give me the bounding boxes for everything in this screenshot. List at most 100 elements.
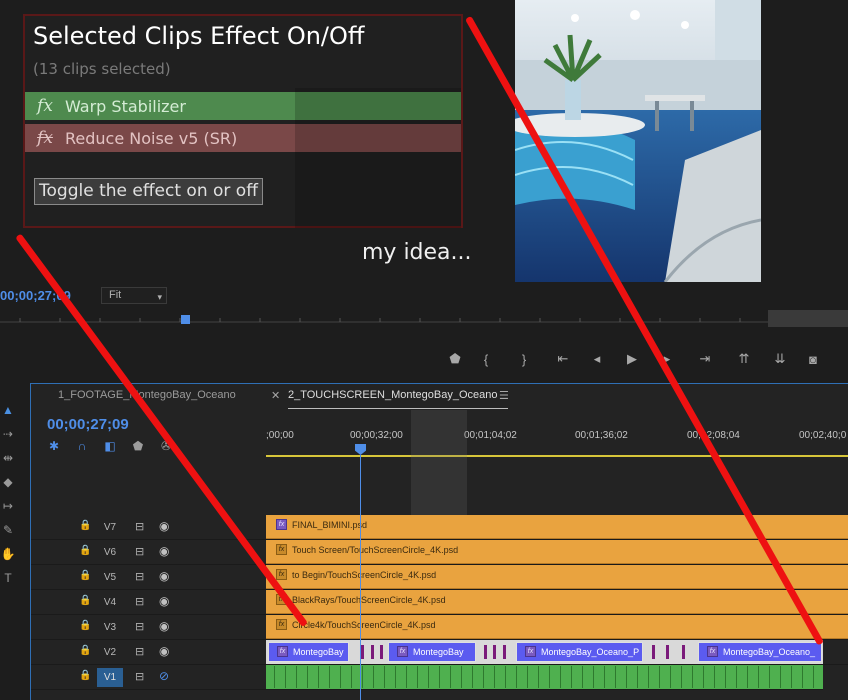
track-header-v2[interactable]: 🔒 V2 ⊟ ◉ <box>31 640 266 665</box>
fx-icon: fx <box>276 619 287 630</box>
clip-marker <box>652 645 655 659</box>
go-to-out-icon[interactable]: ⇥ <box>684 351 726 367</box>
sync-lock-icon[interactable]: ⊟ <box>135 595 144 608</box>
sync-lock-icon[interactable]: ⊟ <box>135 570 144 583</box>
ripple-tool-icon[interactable]: ⇹ <box>0 446 16 470</box>
clip[interactable]: fx MontegoBay <box>388 642 476 662</box>
clip-name: MontegoBay <box>413 646 464 657</box>
clip-divider <box>406 666 407 688</box>
program-mini-ruler[interactable] <box>0 310 848 328</box>
zoom-select[interactable]: Fit ▾ <box>101 287 167 304</box>
close-icon[interactable]: ✕ <box>271 389 280 402</box>
extract-icon[interactable]: ⇊ <box>762 351 798 367</box>
clip-marker <box>371 645 374 659</box>
hand-tool-icon[interactable]: ✋ <box>0 542 16 566</box>
lock-icon[interactable]: 🔒 <box>79 595 91 606</box>
timeline-timecode[interactable]: 00;00;27;09 <box>47 416 129 433</box>
clip[interactable]: fx MontegoBay_Oceano_P <box>516 642 643 662</box>
reference-photo <box>515 0 761 282</box>
sync-lock-icon[interactable]: ⊟ <box>135 645 144 658</box>
clip[interactable]: fx MontegoBay <box>268 642 349 662</box>
track-lane-v2: fx MontegoBay fx MontegoBay fx MontegoBay_O… <box>266 640 848 665</box>
sync-lock-icon[interactable]: ⊟ <box>135 670 144 683</box>
clip-divider <box>637 666 638 688</box>
track-header-v6[interactable]: 🔒 V6 ⊟ ◉ <box>31 540 266 565</box>
fx-icon: fx <box>277 646 288 657</box>
eye-icon[interactable]: ◉ <box>159 519 169 533</box>
tab-footage[interactable]: 1_FOOTAGE_MontegoBay_Oceano <box>58 389 236 401</box>
fx-off-icon: fx <box>37 128 53 148</box>
type-tool-icon[interactable]: T <box>0 566 16 590</box>
track-header-v4[interactable]: 🔒 V4 ⊟ ◉ <box>31 590 266 615</box>
timeline-toolbar: ✱ ∩ ◧ ⬟ ✇ <box>47 439 173 453</box>
eye-icon[interactable]: ◉ <box>159 544 169 558</box>
track-lane-v1[interactable] <box>266 665 823 690</box>
clip-name: MontegoBay <box>293 646 344 657</box>
clip-divider <box>362 666 363 688</box>
clip[interactable]: fxBlackRays/TouchScreenCircle_4K.psd <box>266 590 848 614</box>
toggle-effect-button[interactable]: Toggle the effect on or off <box>34 178 263 205</box>
track-name[interactable]: V3 <box>97 618 123 637</box>
play-icon[interactable]: ▶ <box>614 351 650 367</box>
track-name[interactable]: V1 <box>97 668 123 687</box>
clip[interactable]: fx to Begin/TouchScreenCircle_4K.psd <box>266 565 848 589</box>
track-header-v5[interactable]: 🔒 V5 ⊟ ◉ <box>31 565 266 590</box>
track-header-v1[interactable]: 🔒 V1 ⊟ ⊘ <box>31 665 266 690</box>
track-header-v3[interactable]: 🔒 V3 ⊟ ◉ <box>31 615 266 640</box>
tab-touchscreen[interactable]: 2_TOUCHSCREEN_MontegoBay_Oceano <box>288 389 498 401</box>
sync-lock-icon[interactable]: ⊟ <box>135 545 144 558</box>
marker-icon[interactable]: ⬟ <box>440 351 470 367</box>
lift-icon[interactable]: ⇈ <box>726 351 762 367</box>
clip[interactable]: fx Circle4k/TouchScreenCircle_4K.psd <box>266 615 848 639</box>
sync-lock-icon[interactable]: ⊟ <box>135 520 144 533</box>
track-name[interactable]: V6 <box>97 543 123 562</box>
fx-icon: fx <box>525 646 536 657</box>
clip-divider <box>439 666 440 688</box>
eye-icon[interactable]: ◉ <box>159 569 169 583</box>
ruler-label: 00;02;08;04 <box>687 430 740 441</box>
mark-in-icon[interactable]: { <box>470 352 502 367</box>
sync-lock-icon[interactable]: ⊟ <box>135 620 144 633</box>
clip-divider <box>747 666 748 688</box>
eye-hidden-icon[interactable]: ⊘ <box>159 669 169 683</box>
eye-icon[interactable]: ◉ <box>159 594 169 608</box>
selection-tool-icon[interactable]: ▲ <box>0 398 16 422</box>
track-name[interactable]: V5 <box>97 568 123 587</box>
clip-marker <box>361 645 364 659</box>
lock-icon[interactable]: 🔒 <box>79 620 91 631</box>
track-name[interactable]: V2 <box>97 643 123 662</box>
track-name[interactable]: V4 <box>97 593 123 612</box>
eye-icon[interactable]: ◉ <box>159 644 169 658</box>
step-back-icon[interactable]: ◂ <box>580 351 614 367</box>
clip[interactable]: fx MontegoBay_Oceano_ <box>698 642 822 662</box>
snap-icon[interactable]: ∩ <box>75 439 89 453</box>
clip-divider <box>758 666 759 688</box>
nest-icon[interactable]: ✱ <box>47 439 61 453</box>
ruler-label: 00;01;36;02 <box>575 430 628 441</box>
time-ruler[interactable]: ;00;00 00;00;32;00 00;01;04;02 00;01;36;… <box>266 421 848 457</box>
lock-icon[interactable]: 🔒 <box>79 545 91 556</box>
lock-icon[interactable]: 🔒 <box>79 670 91 681</box>
track-select-tool-icon[interactable]: ⇢ <box>0 422 16 446</box>
clip-divider <box>791 666 792 688</box>
eye-icon[interactable]: ◉ <box>159 619 169 633</box>
track-name[interactable]: V7 <box>97 518 123 537</box>
razor-tool-icon[interactable]: ◆ <box>0 470 16 494</box>
add-marker-icon[interactable]: ⬟ <box>131 439 145 453</box>
mark-out-icon[interactable]: } <box>502 352 546 367</box>
lock-icon[interactable]: 🔒 <box>79 645 91 656</box>
linked-selection-icon[interactable]: ◧ <box>103 439 117 453</box>
camera-icon[interactable]: ◙ <box>798 352 828 367</box>
lock-icon[interactable]: 🔒 <box>79 570 91 581</box>
ruler-label: 00;02;40;0 <box>799 430 847 441</box>
effect-name: Reduce Noise v5 (SR) <box>65 128 238 148</box>
lock-icon[interactable]: 🔒 <box>79 520 91 531</box>
work-area-bar[interactable] <box>266 455 848 457</box>
effect-toggle-popup: Selected Clips Effect On/Off (13 clips s… <box>23 14 463 228</box>
pen-tool-icon[interactable]: ✎ <box>0 518 16 542</box>
slip-tool-icon[interactable]: ↦ <box>0 494 16 518</box>
popup-subtitle: (13 clips selected) <box>33 60 171 78</box>
clip-divider <box>736 666 737 688</box>
go-to-in-icon[interactable]: ⇤ <box>546 351 580 367</box>
panel-menu-icon[interactable]: ☰ <box>499 389 509 402</box>
